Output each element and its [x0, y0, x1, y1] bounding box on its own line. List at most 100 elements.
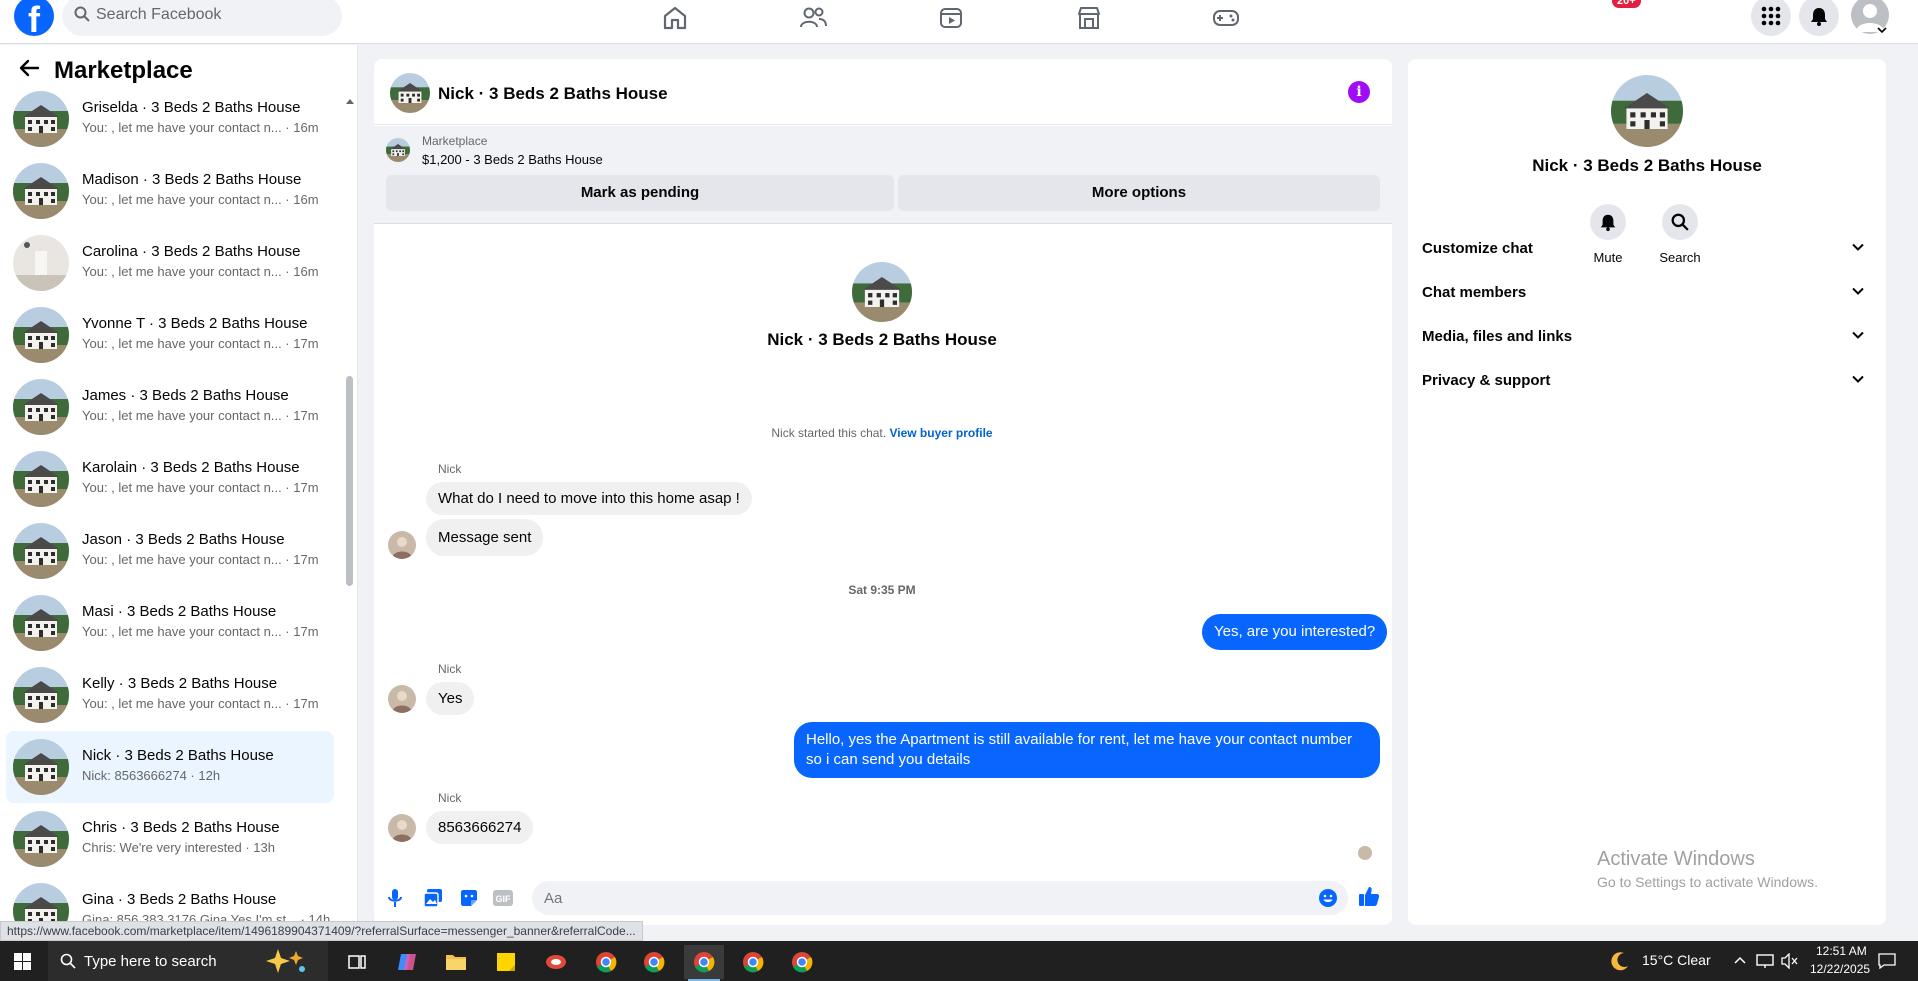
message-input[interactable]: [544, 888, 1304, 908]
conversation-item[interactable]: Jason · 3 Beds 2 Baths House You: , let m…: [6, 515, 334, 587]
chrome-profile-icon[interactable]: [782, 945, 822, 979]
mark-as-pending-button[interactable]: Mark as pending: [386, 175, 894, 211]
conversation-item[interactable]: Griselda · 3 Beds 2 Baths House You: , le…: [6, 83, 334, 155]
conversation-thumbnail: [13, 379, 69, 435]
conversation-item[interactable]: Masi · 3 Beds 2 Baths House You: , let me…: [6, 587, 334, 659]
conversation-title: Chris · 3 Beds 2 Baths House: [82, 819, 280, 836]
notifications-button[interactable]: [1799, 0, 1839, 36]
clock-time[interactable]: 12:51 AM: [1816, 944, 1867, 958]
message-bubble-incoming[interactable]: Yes: [426, 682, 475, 715]
sticker-icon[interactable]: [459, 888, 479, 908]
section-chat-members[interactable]: Chat members: [1422, 279, 1872, 307]
taskbar-search-input[interactable]: [84, 951, 284, 971]
facebook-search[interactable]: [62, 0, 342, 36]
copilot-app-icon[interactable]: [387, 945, 427, 979]
listing-price[interactable]: $1,200 - 3 Beds 2 Baths House: [422, 152, 603, 167]
bell-icon: [1811, 8, 1827, 26]
network-icon[interactable]: [1756, 953, 1774, 969]
facebook-search-input[interactable]: [96, 4, 326, 26]
chevron-down-icon[interactable]: [1852, 287, 1864, 295]
sender-avatar[interactable]: [388, 531, 416, 559]
listing-thumbnail[interactable]: [386, 138, 410, 162]
like-thumbs-up-icon[interactable]: [1358, 885, 1380, 907]
photo-icon[interactable]: [423, 888, 443, 908]
friends-icon[interactable]: [793, 2, 833, 34]
message-composer: GIF: [374, 871, 1392, 925]
gif-icon[interactable]: GIF: [492, 888, 514, 908]
info-panel-thumbnail[interactable]: [1611, 75, 1683, 147]
svg-text:GIF: GIF: [496, 894, 512, 904]
search-icon: [60, 953, 76, 969]
video-icon[interactable]: [931, 2, 971, 34]
task-view-icon[interactable]: [337, 945, 377, 979]
chevron-up-icon[interactable]: [1734, 955, 1746, 965]
facebook-logo[interactable]: f: [14, 0, 54, 36]
info-icon[interactable]: i: [1348, 81, 1370, 103]
marketplace-icon[interactable]: [1069, 2, 1109, 34]
conversation-item[interactable]: Carolina · 3 Beds 2 Baths House You: , le…: [6, 227, 334, 299]
conversation-item[interactable]: Yvonne T · 3 Beds 2 Baths House You: , le…: [6, 299, 334, 371]
message-bubble-outgoing[interactable]: Yes, are you interested?: [1202, 614, 1388, 650]
conversation-item[interactable]: Nick · 3 Beds 2 Baths House Nick: 8563666…: [6, 731, 334, 803]
chevron-down-icon[interactable]: [1852, 243, 1864, 251]
sidebar-scrollbar[interactable]: [344, 91, 356, 921]
conversation-preview: You: , let me have your contact n... · 1…: [82, 552, 319, 567]
conversation-item[interactable]: Gina · 3 Beds 2 Baths House Gina: 856 383…: [6, 875, 334, 921]
home-icon[interactable]: [655, 2, 695, 34]
bell-icon: [1600, 214, 1616, 231]
conversation-item[interactable]: Chris · 3 Beds 2 Baths House Chris: We're…: [6, 803, 334, 875]
message-bubble-incoming[interactable]: What do I need to move into this home as…: [426, 482, 752, 515]
back-arrow-icon[interactable]: [18, 57, 40, 79]
message-bubble-outgoing[interactable]: Hello, yes the Apartment is still availa…: [794, 722, 1380, 778]
sticky-notes-icon[interactable]: [486, 945, 526, 979]
chrome-active-window-icon[interactable]: [684, 945, 724, 981]
app-icon[interactable]: [536, 945, 576, 979]
menu-grid-button[interactable]: [1751, 0, 1791, 36]
section-media-files-links[interactable]: Media, files and links: [1422, 323, 1872, 351]
conversation-title: Karolain · 3 Beds 2 Baths House: [82, 459, 300, 476]
view-buyer-profile-link[interactable]: View buyer profile: [889, 426, 992, 440]
chevron-down-icon[interactable]: [1877, 26, 1887, 34]
conversation-item[interactable]: Kelly · 3 Beds 2 Baths House You: , let m…: [6, 659, 334, 731]
volume-muted-icon[interactable]: [1780, 953, 1798, 969]
emoji-icon[interactable]: [1318, 888, 1338, 908]
chrome-icon[interactable]: [586, 945, 626, 979]
chat-title[interactable]: Nick · 3 Beds 2 Baths House: [438, 84, 668, 104]
microphone-icon[interactable]: [388, 888, 402, 908]
activate-windows-watermark: Activate Windows: [1597, 848, 1755, 870]
chrome-profile-icon[interactable]: [733, 945, 773, 979]
conversation-preview: You: , let me have your contact n... · 1…: [82, 624, 319, 639]
conversation-title: Griselda · 3 Beds 2 Baths House: [82, 99, 301, 116]
notification-center-icon[interactable]: [1878, 953, 1896, 969]
chrome-profile-icon[interactable]: [634, 945, 674, 979]
file-explorer-icon[interactable]: [436, 945, 476, 979]
scrollbar-thumb[interactable]: [346, 376, 353, 586]
gaming-icon[interactable]: [1206, 2, 1246, 34]
conversation-preview: You: , let me have your contact n... · 1…: [82, 408, 319, 423]
sender-avatar[interactable]: [388, 814, 416, 842]
taskbar-search[interactable]: [48, 941, 328, 981]
section-privacy-support[interactable]: Privacy & support: [1422, 367, 1872, 395]
weather-text[interactable]: 15°C Clear: [1642, 952, 1711, 968]
more-options-button[interactable]: More options: [898, 175, 1380, 211]
sender-avatar[interactable]: [388, 685, 416, 713]
conversation-item[interactable]: Karolain · 3 Beds 2 Baths House You: , le…: [6, 443, 334, 515]
windows-start-icon[interactable]: [14, 953, 31, 970]
info-panel-title: Nick · 3 Beds 2 Baths House: [1532, 156, 1762, 175]
message-input-field[interactable]: [532, 881, 1348, 915]
chat-thumbnail[interactable]: [390, 73, 430, 113]
windows-taskbar: 15°C Clear 12:51 AM 12/22/2025: [0, 941, 1918, 981]
conversation-preview: You: , let me have your contact n... · 1…: [82, 264, 319, 279]
conversation-thumbnail: [13, 595, 69, 651]
message-bubble-incoming[interactable]: 8563666274: [426, 811, 534, 844]
conversation-item[interactable]: James · 3 Beds 2 Baths House You: , let m…: [6, 371, 334, 443]
conversation-item[interactable]: Madison · 3 Beds 2 Baths House You: , let…: [6, 155, 334, 227]
chevron-down-icon[interactable]: [1852, 331, 1864, 339]
copilot-sparkle-icon[interactable]: [262, 947, 308, 975]
activate-windows-subtext: Go to Settings to activate Windows.: [1597, 874, 1818, 890]
message-bubble-incoming[interactable]: Message sent: [426, 519, 544, 556]
section-customize-chat[interactable]: Customize chat: [1422, 235, 1872, 263]
scroll-up-arrow-icon[interactable]: [346, 99, 354, 104]
clock-date[interactable]: 12/22/2025: [1810, 962, 1870, 976]
chevron-down-icon[interactable]: [1852, 375, 1864, 383]
